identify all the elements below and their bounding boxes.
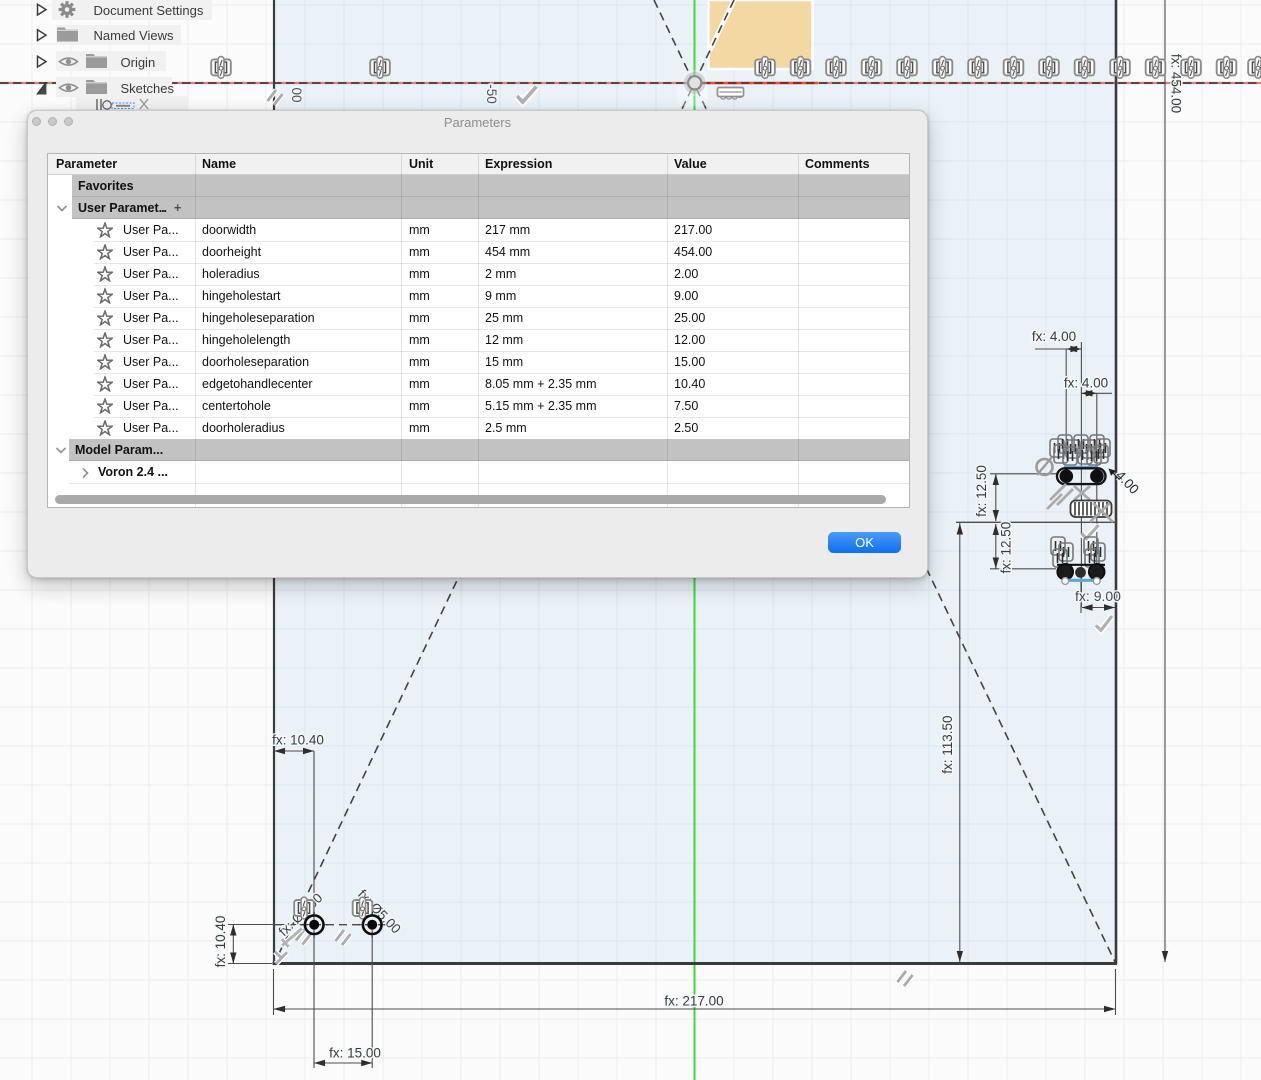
svg-text:00: 00 bbox=[289, 87, 304, 102]
svg-text:fx: 4.00: fx: 4.00 bbox=[1032, 329, 1076, 344]
svg-text:-50: -50 bbox=[484, 84, 499, 104]
svg-text:fx: 9.00: fx: 9.00 bbox=[1075, 588, 1121, 604]
svg-text:fx: 217.00: fx: 217.00 bbox=[664, 994, 723, 1009]
svg-text:fx: 10.40: fx: 10.40 bbox=[272, 733, 324, 748]
svg-text:fx: 4.00: fx: 4.00 bbox=[1064, 376, 1108, 391]
svg-text:fx: 15.00: fx: 15.00 bbox=[329, 1046, 381, 1061]
svg-text:fx: 12.50: fx: 12.50 bbox=[999, 522, 1014, 574]
svg-text:fx: 12.50: fx: 12.50 bbox=[974, 465, 989, 517]
svg-text:fx: 10.40: fx: 10.40 bbox=[213, 916, 228, 968]
svg-text:fx: 113.50: fx: 113.50 bbox=[940, 715, 955, 773]
